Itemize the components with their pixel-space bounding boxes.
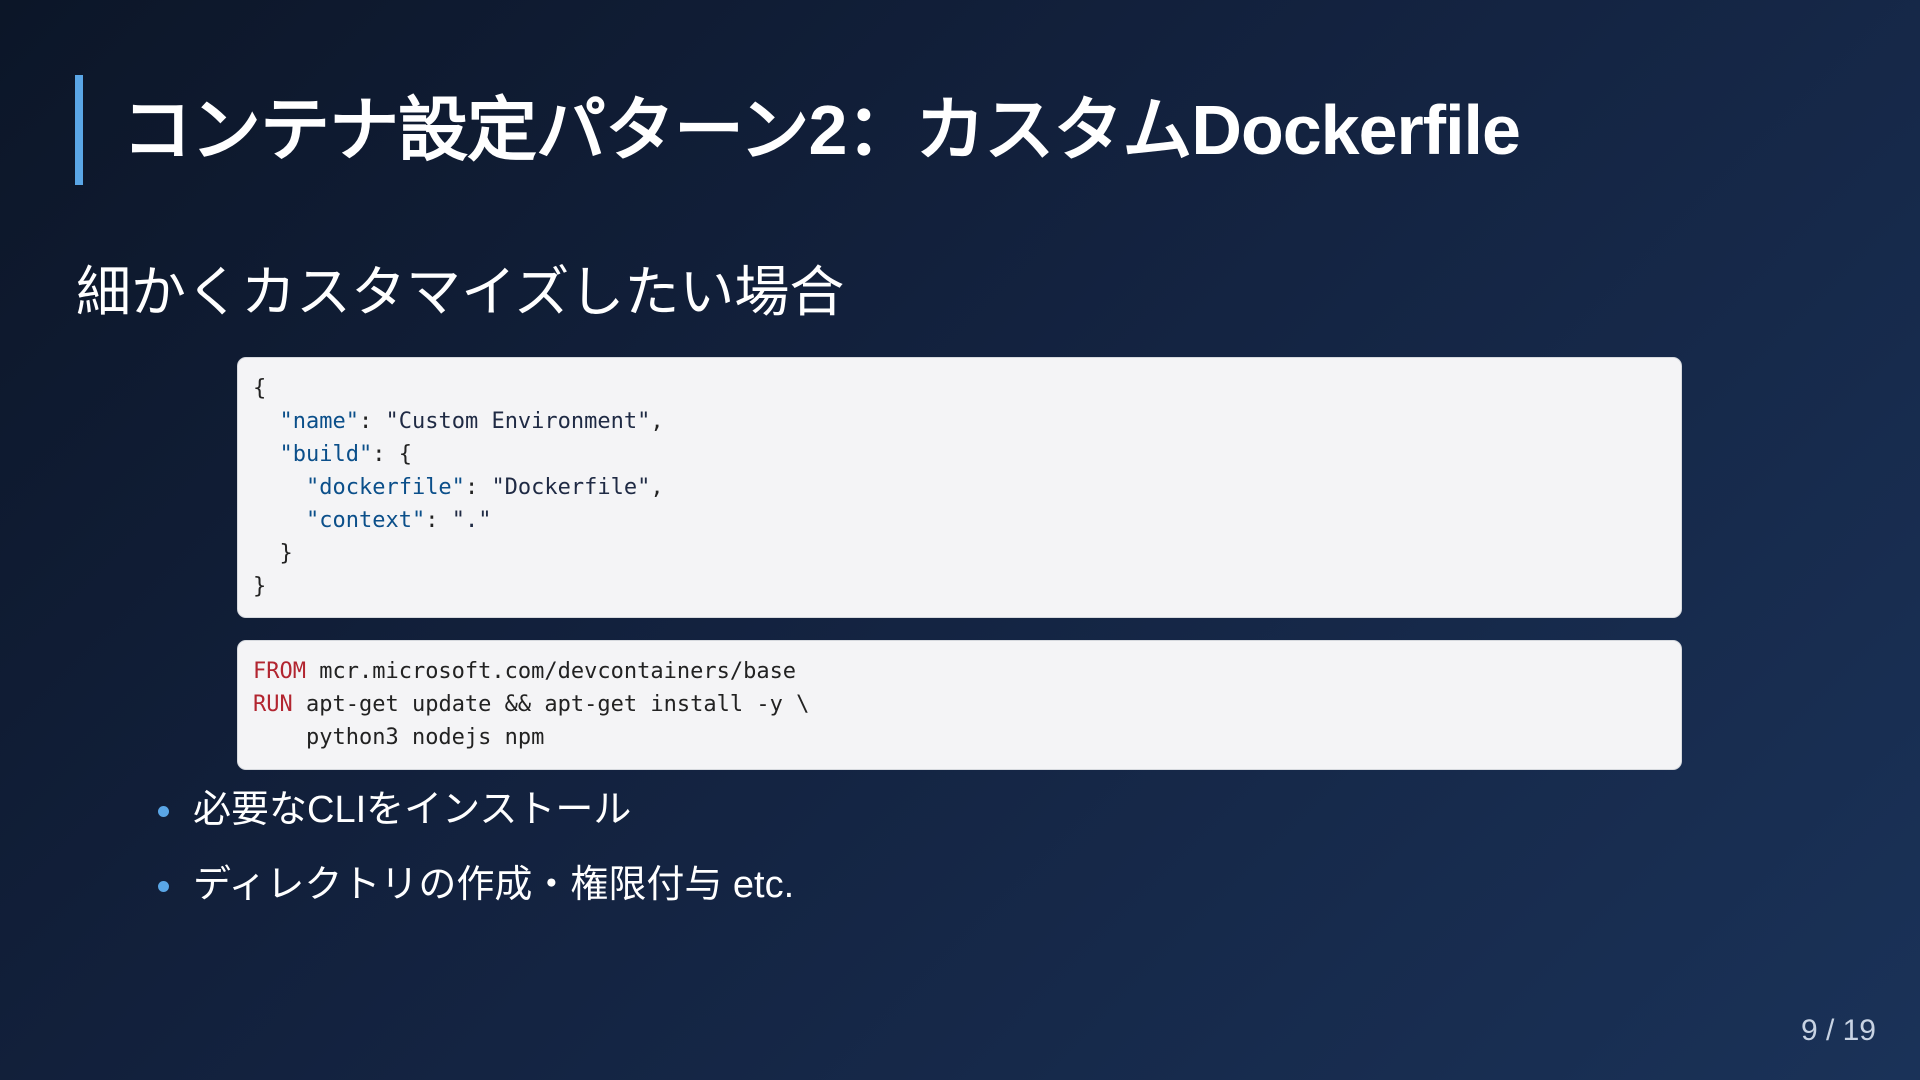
slide-title: コンテナ設定パターン2：カスタムDockerfile (122, 91, 1521, 169)
code-token: : (425, 508, 452, 533)
code-line: "name": "Custom Environment", (253, 405, 1666, 438)
bullet-text: ディレクトリの作成・権限付与 etc. (193, 864, 795, 906)
code-token: : (464, 475, 492, 500)
code-token: "build" (279, 442, 373, 467)
code-token: : { (372, 442, 412, 467)
bullet-item: 必要なCLIをインストール (155, 780, 794, 855)
code-line: } (253, 537, 1666, 570)
code-line: "build": { (253, 438, 1666, 471)
code-token: "dockerfile" (305, 475, 465, 500)
dockerfile-code-block: FROM mcr.microsoft.com/devcontainers/bas… (237, 640, 1682, 770)
bullet-text: 必要なCLIをインストール (193, 789, 632, 831)
code-token: RUN (253, 692, 293, 717)
code-token: FROM (253, 659, 306, 684)
code-token: , (650, 475, 664, 500)
code-token: "Dockerfile" (491, 475, 651, 500)
code-line: { (253, 372, 1666, 405)
code-token: "name" (279, 409, 359, 434)
code-token: } (279, 541, 293, 566)
code-token: "context" (305, 508, 426, 533)
code-line: python3 nodejs npm (253, 721, 1666, 754)
code-token: { (253, 376, 267, 401)
code-token: mcr.microsoft.com/devcontainers/base (305, 659, 797, 684)
json-code-block: { "name": "Custom Environment", "build":… (237, 357, 1682, 618)
code-token: } (253, 574, 267, 599)
bullet-dot-icon (158, 881, 169, 892)
code-token: apt-get update && apt-get install -y \ (292, 692, 810, 717)
code-line: "context": "." (253, 504, 1666, 537)
slide: コンテナ設定パターン2：カスタムDockerfile 細かくカスタマイズしたい場… (0, 0, 1920, 1080)
code-token: : (358, 409, 386, 434)
code-line: "dockerfile": "Dockerfile", (253, 471, 1666, 504)
code-line: FROM mcr.microsoft.com/devcontainers/bas… (253, 655, 1666, 688)
title-accent-bar (75, 75, 83, 185)
code-line: } (253, 570, 1666, 603)
code-line: RUN apt-get update && apt-get install -y… (253, 688, 1666, 721)
code-token: "." (451, 508, 492, 533)
title-area: コンテナ設定パターン2：カスタムDockerfile (75, 75, 1521, 185)
bullet-list: 必要なCLIをインストール ディレクトリの作成・権限付与 etc. (155, 780, 794, 930)
code-token: , (650, 409, 664, 434)
bullet-dot-icon (158, 806, 169, 817)
code-token: python3 nodejs npm (305, 725, 545, 750)
page-number: 9 / 19 (1800, 1014, 1876, 1047)
bullet-item: ディレクトリの作成・権限付与 etc. (155, 855, 794, 930)
code-token: "Custom Environment" (385, 409, 651, 434)
slide-subtitle: 細かくカスタマイズしたい場合 (76, 261, 845, 323)
